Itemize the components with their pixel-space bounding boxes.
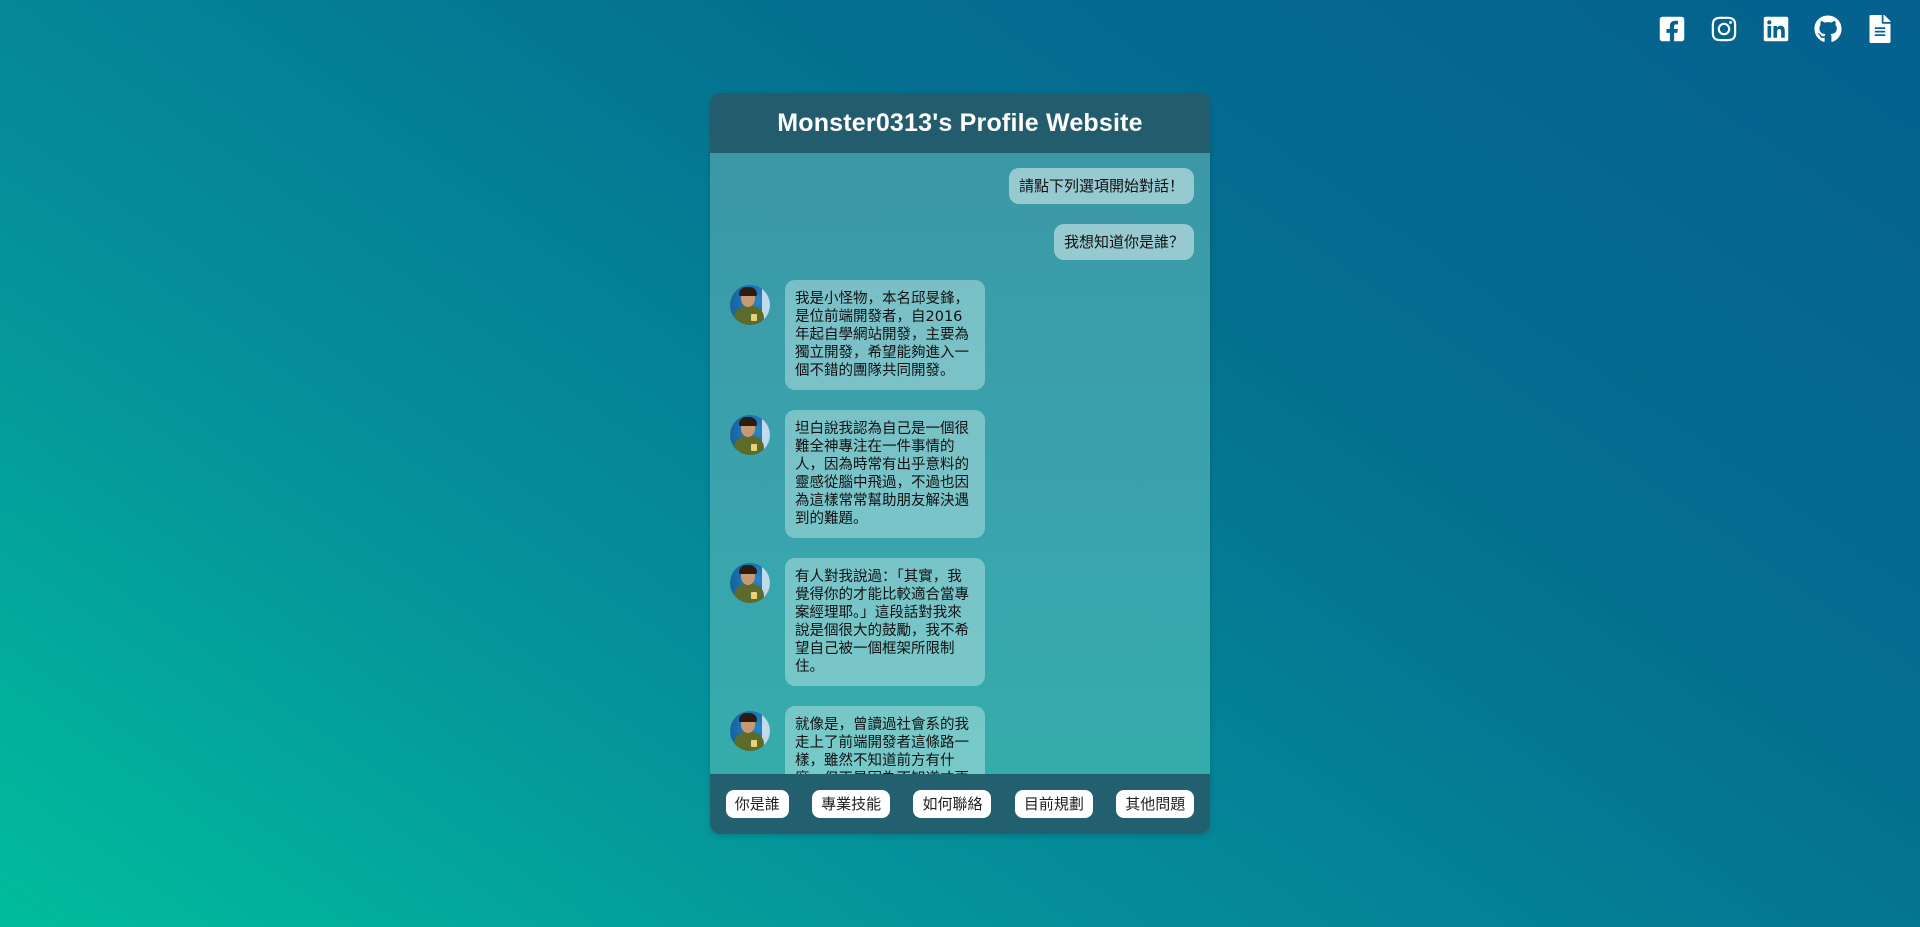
- user-message-bubble: 請點下列選項開始對話！: [1008, 168, 1194, 204]
- linkedin-link[interactable]: [1762, 14, 1790, 44]
- user-message-row: 我想知道你是誰？: [726, 224, 1194, 260]
- avatar: [730, 285, 770, 325]
- github-icon: [1814, 15, 1842, 42]
- option-who-are-you-button[interactable]: 你是誰: [725, 790, 789, 818]
- chat-header: Monster0313's Profile Website: [710, 93, 1210, 153]
- user-message-bubble: 我想知道你是誰？: [1053, 224, 1194, 260]
- bot-message-row: 坦白說我認為自己是一個很難全神專注在一件事情的人，因為時常有出乎意料的靈感從腦中…: [726, 410, 1194, 538]
- options-bar: 你是誰 專業技能 如何聯絡 目前規劃 其他問題: [710, 774, 1210, 834]
- bot-message-bubble: 就像是，曾讀過社會系的我走上了前端開發者這條路一樣，雖然不知道前方有什麼，但正是…: [785, 706, 985, 774]
- resume-document-icon: [1869, 15, 1891, 43]
- option-other-questions-button[interactable]: 其他問題: [1116, 790, 1195, 818]
- avatar: [730, 415, 770, 455]
- bot-message-bubble: 我是小怪物，本名邱旻鋒，是位前端開發者，自2016年起自學網站開發，主要為獨立開…: [785, 280, 985, 390]
- facebook-icon: [1659, 16, 1685, 42]
- avatar: [730, 563, 770, 603]
- bot-message-bubble: 有人對我說過：「其實，我覺得你的才能比較適合當專案經理耶。」這段話對我來說是個很…: [785, 558, 985, 686]
- avatar: [730, 711, 770, 751]
- bot-message-row: 我是小怪物，本名邱旻鋒，是位前端開發者，自2016年起自學網站開發，主要為獨立開…: [726, 280, 1194, 390]
- instagram-icon: [1711, 16, 1737, 42]
- github-link[interactable]: [1814, 14, 1842, 44]
- chat-messages[interactable]: 請點下列選項開始對話！ 我想知道你是誰？ 我是小怪物，本名邱旻鋒，是位前端開發者…: [710, 153, 1210, 774]
- chat-window: Monster0313's Profile Website 請點下列選項開始對話…: [710, 93, 1210, 834]
- bot-message-bubble: 坦白說我認為自己是一個很難全神專注在一件事情的人，因為時常有出乎意料的靈感從腦中…: [785, 410, 985, 538]
- option-plans-button[interactable]: 目前規劃: [1014, 790, 1093, 818]
- instagram-link[interactable]: [1710, 14, 1738, 44]
- social-links-bar: [1658, 14, 1894, 44]
- bot-message-row: 有人對我說過：「其實，我覺得你的才能比較適合當專案經理耶。」這段話對我來說是個很…: [726, 558, 1194, 686]
- page-title: Monster0313's Profile Website: [777, 108, 1143, 137]
- resume-link[interactable]: [1866, 14, 1894, 44]
- user-message-row: 請點下列選項開始對話！: [726, 168, 1194, 204]
- option-skills-button[interactable]: 專業技能: [812, 790, 891, 818]
- bot-message-row: 就像是，曾讀過社會系的我走上了前端開發者這條路一樣，雖然不知道前方有什麼，但正是…: [726, 706, 1194, 774]
- option-contact-button[interactable]: 如何聯絡: [913, 790, 992, 818]
- facebook-link[interactable]: [1658, 14, 1686, 44]
- linkedin-icon: [1763, 16, 1789, 42]
